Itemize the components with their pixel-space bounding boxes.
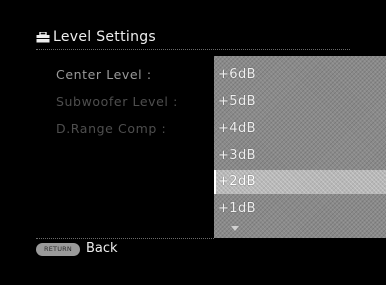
- option-label: +2dB: [218, 174, 256, 189]
- page-title-bar: Level Settings: [36, 27, 350, 50]
- option-plus-5db[interactable]: +5dB: [214, 90, 386, 114]
- toolbox-icon: [36, 32, 50, 43]
- option-plus-4db[interactable]: +4dB: [214, 117, 386, 141]
- page-title: Level Settings: [53, 29, 157, 45]
- option-plus-3db[interactable]: +3dB: [214, 144, 386, 168]
- settings-list: Center Level : Subwoofer Level : D.Range…: [56, 67, 178, 148]
- option-label: +3dB: [218, 148, 256, 163]
- triangle-down-icon[interactable]: [231, 226, 239, 231]
- footer-divider: [36, 238, 214, 239]
- return-key-icon: RETURN: [36, 243, 80, 256]
- option-plus-6db[interactable]: +6dB: [214, 63, 386, 87]
- back-label: Back: [86, 241, 118, 256]
- setting-center-level[interactable]: Center Level :: [56, 67, 178, 94]
- option-label: +1dB: [218, 201, 256, 216]
- option-plus-2db-selected[interactable]: +2dB: [214, 170, 386, 194]
- option-label: +5dB: [218, 94, 256, 109]
- option-plus-1db[interactable]: +1dB: [214, 197, 386, 221]
- option-label: +4dB: [218, 121, 256, 136]
- setting-subwoofer-level[interactable]: Subwoofer Level :: [56, 94, 178, 121]
- setting-drange-comp[interactable]: D.Range Comp :: [56, 121, 178, 148]
- option-label: +6dB: [218, 67, 256, 82]
- level-dropdown[interactable]: +6dB +5dB +4dB +3dB +2dB +1dB: [214, 56, 386, 238]
